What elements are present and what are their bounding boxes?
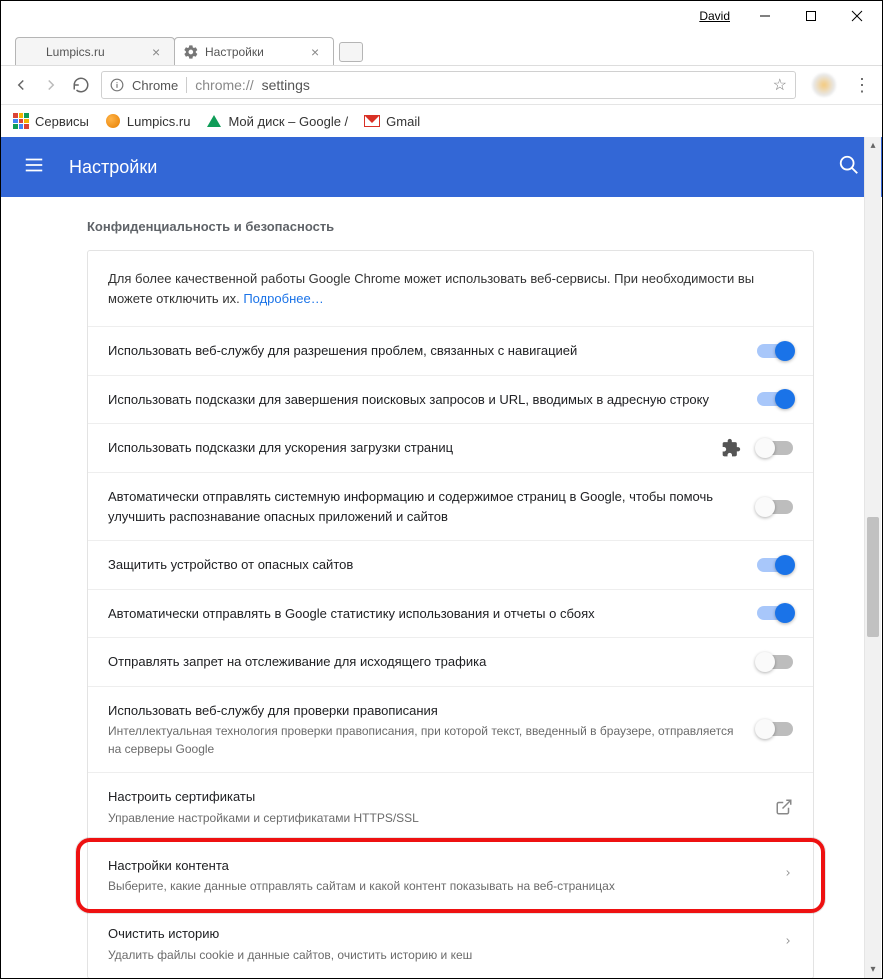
bookmark-label: Lumpics.ru	[127, 114, 191, 129]
bookmark-label: Gmail	[386, 114, 420, 129]
tab-close-icon[interactable]: ×	[152, 45, 166, 59]
new-tab-button[interactable]	[339, 42, 363, 62]
tab-strip: Lumpics.ru × Настройки ×	[1, 31, 882, 65]
setting-label: Использовать веб-службу для проверки пра…	[108, 701, 741, 721]
setting-sublabel: Удалить файлы cookie и данные сайтов, оч…	[108, 946, 767, 964]
setting-label: Использовать подсказки для завершения по…	[108, 390, 741, 410]
setting-sublabel: Выберите, какие данные отправлять сайтам…	[108, 877, 767, 895]
hamburger-menu-icon[interactable]	[23, 154, 45, 181]
setting-row: Отправлять запрет на отслеживание для ис…	[88, 638, 813, 687]
setting-label: Очистить историю	[108, 924, 767, 944]
scroll-down-icon[interactable]: ▾	[865, 961, 881, 978]
tab-title: Lumpics.ru	[46, 45, 152, 59]
bookmark-label: Сервисы	[35, 114, 89, 129]
reload-button[interactable]	[71, 75, 91, 95]
setting-label: Автоматически отправлять системную инфор…	[108, 487, 741, 526]
setting-row: Защитить устройство от опасных сайтов	[88, 541, 813, 590]
settings-header: Настройки	[1, 137, 882, 197]
site-info-icon	[110, 78, 124, 92]
external-link-icon	[775, 798, 793, 816]
lumpics-favicon	[24, 44, 40, 60]
setting-label: Настроить сертификаты	[108, 787, 759, 807]
setting-row: Использовать веб-службу для проверки пра…	[88, 687, 813, 774]
lumpics-icon	[105, 113, 121, 129]
setting-row: Использовать подсказки для ускорения заг…	[88, 424, 813, 473]
section-title: Конфиденциальность и безопасность	[1, 197, 882, 244]
url-scheme-label: Chrome	[132, 78, 178, 93]
bookmark-label: Мой диск – Google /	[228, 114, 348, 129]
tab-settings[interactable]: Настройки ×	[174, 37, 334, 65]
toggle-switch[interactable]	[757, 558, 793, 572]
apps-icon	[13, 113, 29, 129]
drive-icon	[206, 113, 222, 129]
bookmark-star-icon[interactable]: ☆	[773, 75, 787, 95]
learn-more-link[interactable]: Подробнее…	[243, 291, 323, 306]
toggle-switch[interactable]	[757, 606, 793, 620]
minimize-button[interactable]	[742, 1, 788, 31]
toggle-switch[interactable]	[757, 344, 793, 358]
gmail-icon	[364, 113, 380, 129]
maximize-button[interactable]	[788, 1, 834, 31]
intro-text: Для более качественной работы Google Chr…	[88, 251, 813, 327]
settings-favicon	[183, 44, 199, 60]
setting-row[interactable]: Настроить сертификаты Управление настройк…	[88, 773, 813, 842]
privacy-card: Для более качественной работы Google Chr…	[87, 250, 814, 978]
scroll-up-icon[interactable]: ▴	[865, 137, 881, 154]
search-icon[interactable]	[838, 154, 860, 181]
tab-close-icon[interactable]: ×	[311, 45, 325, 59]
setting-row: Автоматически отправлять системную инфор…	[88, 473, 813, 541]
scroll-track[interactable]	[865, 154, 881, 961]
setting-row: Использовать подсказки для завершения по…	[88, 376, 813, 425]
settings-page: Настройки Конфиденциальность и безопасно…	[1, 137, 882, 978]
toggle-switch[interactable]	[757, 392, 793, 406]
tab-title: Настройки	[205, 45, 311, 59]
url-path: settings	[262, 77, 765, 93]
setting-row[interactable]: Настройки контентаВыберите, какие данные…	[88, 842, 813, 911]
setting-label: Использовать подсказки для ускорения заг…	[108, 438, 705, 458]
settings-title: Настройки	[69, 157, 157, 178]
toggle-switch[interactable]	[757, 500, 793, 514]
setting-label: Использовать веб-службу для разрешения п…	[108, 341, 741, 361]
setting-label: Автоматически отправлять в Google статис…	[108, 604, 741, 624]
scrollbar[interactable]: ▴ ▾	[864, 137, 881, 978]
bookmarks-bar: Сервисы Lumpics.ru Мой диск – Google / G…	[1, 105, 882, 137]
forward-button[interactable]	[41, 75, 61, 95]
bookmark-gmail[interactable]: Gmail	[364, 113, 420, 129]
bookmark-lumpics[interactable]: Lumpics.ru	[105, 113, 191, 129]
toggle-switch[interactable]	[757, 655, 793, 669]
bookmark-apps[interactable]: Сервисы	[13, 113, 89, 129]
content-area: Настройки Конфиденциальность и безопасно…	[1, 137, 882, 978]
setting-sublabel: Управление настройками и сертификатами H…	[108, 809, 759, 827]
address-bar[interactable]: Chrome chrome:// settings ☆	[101, 71, 796, 99]
chevron-right-icon	[783, 934, 793, 953]
tab-lumpics[interactable]: Lumpics.ru ×	[15, 37, 175, 65]
toggle-switch[interactable]	[757, 722, 793, 736]
back-button[interactable]	[11, 75, 31, 95]
close-button[interactable]	[834, 1, 880, 31]
window-titlebar: David	[1, 1, 882, 31]
separator	[186, 77, 187, 93]
bookmark-drive[interactable]: Мой диск – Google /	[206, 113, 348, 129]
scroll-thumb[interactable]	[867, 517, 879, 637]
profile-name[interactable]: David	[699, 9, 730, 23]
chrome-menu-button[interactable]: ⋮	[852, 75, 872, 96]
toolbar: Chrome chrome:// settings ☆ ⋮	[1, 65, 882, 105]
profile-avatar[interactable]	[812, 73, 836, 97]
setting-label: Настройки контента	[108, 856, 767, 876]
toggle-switch[interactable]	[757, 441, 793, 455]
setting-sublabel: Интеллектуальная технология проверки пра…	[108, 722, 741, 758]
chevron-right-icon	[783, 866, 793, 885]
setting-row: Использовать веб-службу для разрешения п…	[88, 327, 813, 376]
url-host: chrome://	[195, 77, 253, 93]
setting-label: Защитить устройство от опасных сайтов	[108, 555, 741, 575]
setting-label: Отправлять запрет на отслеживание для ис…	[108, 652, 741, 672]
intro-body: Для более качественной работы Google Chr…	[108, 271, 754, 306]
setting-row: Автоматически отправлять в Google статис…	[88, 590, 813, 639]
setting-row[interactable]: Очистить историю Удалить файлы cookie и д…	[88, 910, 813, 978]
extension-puzzle-icon	[721, 438, 741, 458]
